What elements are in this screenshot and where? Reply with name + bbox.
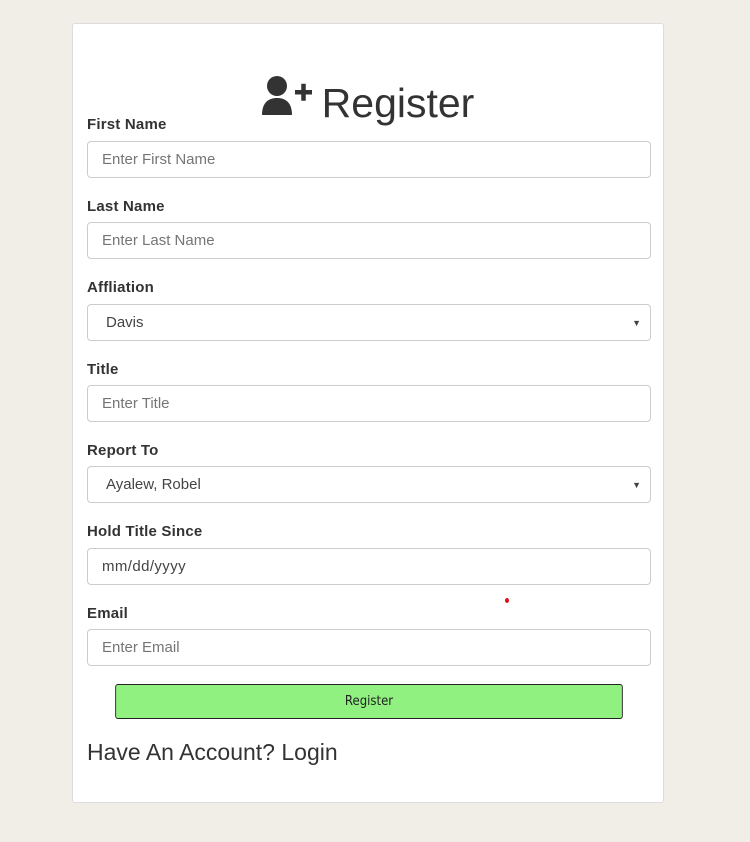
login-link[interactable]: Login — [281, 739, 337, 765]
email-input[interactable] — [87, 629, 651, 666]
date-format-placeholder: mm/dd/yyyy — [102, 558, 187, 575]
hold-title-since-label: Hold Title Since — [87, 523, 203, 540]
first-name-label: First Name — [87, 116, 167, 133]
title-input[interactable] — [87, 385, 651, 422]
register-button-label: Register — [344, 694, 394, 709]
register-card: Register First Name Last Name Affliation… — [72, 23, 664, 803]
dropdown-caret-icon: ▼ — [632, 480, 641, 490]
title-label: Title — [87, 361, 119, 378]
first-name-input[interactable] — [87, 141, 651, 178]
report-to-select[interactable]: Ayalew, Robel ▼ — [87, 466, 651, 503]
affiliation-select[interactable]: Davis ▼ — [87, 304, 651, 341]
report-to-selected-value: Ayalew, Robel — [106, 476, 201, 493]
login-prompt-text: Have An Account? — [87, 739, 275, 765]
report-to-label: Report To — [87, 442, 159, 459]
email-label: Email — [87, 605, 129, 622]
mouse-cursor-dot — [505, 598, 509, 603]
last-name-input[interactable] — [87, 222, 651, 259]
hold-title-since-date-input[interactable]: mm/dd/yyyy — [87, 548, 651, 585]
last-name-label: Last Name — [87, 198, 165, 215]
user-plus-icon — [261, 75, 314, 124]
affiliation-label: Affliation — [87, 279, 154, 296]
affiliation-selected-value: Davis — [106, 314, 144, 331]
login-prompt: Have An Account? Login — [87, 739, 338, 766]
page-title: Register — [321, 80, 475, 126]
register-button[interactable]: Register — [115, 684, 623, 719]
dropdown-caret-icon: ▼ — [632, 318, 641, 328]
